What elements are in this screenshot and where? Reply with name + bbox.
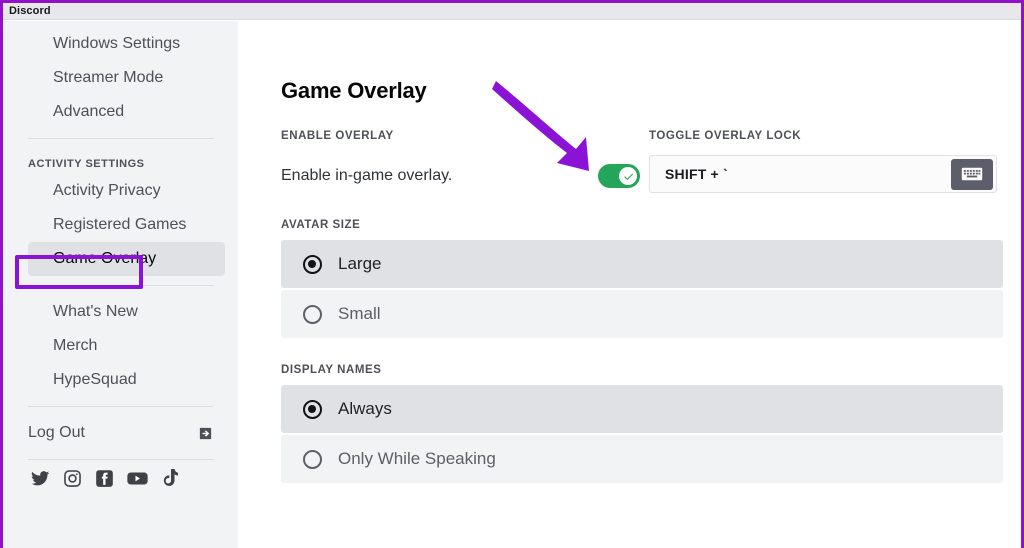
sidebar-item-whats-new[interactable]: What's New bbox=[28, 295, 225, 329]
avatar-size-section: AVATAR SIZE Large Small bbox=[281, 219, 1003, 338]
radio-icon bbox=[303, 305, 322, 324]
sidebar-item-log-out[interactable]: Log Out bbox=[3, 416, 238, 450]
sidebar-item-streamer-mode[interactable]: Streamer Mode bbox=[28, 61, 225, 95]
enable-overlay-toggle[interactable] bbox=[598, 164, 640, 188]
enable-overlay-row: Enable in-game overlay. bbox=[281, 164, 649, 188]
avatar-size-option-small[interactable]: Small bbox=[281, 290, 1003, 338]
avatar-size-label: AVATAR SIZE bbox=[281, 219, 1003, 231]
enable-overlay-label: ENABLE OVERLAY bbox=[281, 130, 649, 142]
page-title: Game Overlay bbox=[281, 78, 1003, 104]
toggle-knob bbox=[619, 167, 637, 185]
tiktok-icon[interactable] bbox=[161, 469, 178, 488]
sidebar-item-game-overlay[interactable]: Game Overlay bbox=[28, 242, 225, 276]
display-names-option-label: Only While Speaking bbox=[338, 449, 496, 469]
discord-settings-window: Discord Windows Settings Streamer Mode A… bbox=[0, 0, 1024, 548]
sidebar-item-activity-privacy[interactable]: Activity Privacy bbox=[28, 174, 225, 208]
sidebar-section-activity-settings: ACTIVITY SETTINGS bbox=[3, 148, 238, 174]
social-links bbox=[3, 469, 238, 488]
sidebar-divider-1 bbox=[28, 138, 213, 139]
display-names-label: DISPLAY NAMES bbox=[281, 364, 1003, 376]
toggle-overlay-lock-input[interactable]: SHIFT + ` bbox=[649, 155, 997, 193]
window-title: Discord bbox=[3, 5, 51, 17]
settings-sidebar: Windows Settings Streamer Mode Advanced … bbox=[3, 21, 238, 548]
avatar-size-option-label: Small bbox=[338, 304, 381, 324]
sidebar-item-registered-games[interactable]: Registered Games bbox=[28, 208, 225, 242]
toggle-overlay-lock-section: TOGGLE OVERLAY LOCK SHIFT + ` bbox=[649, 130, 997, 193]
sidebar-item-advanced[interactable]: Advanced bbox=[28, 95, 225, 129]
instagram-icon[interactable] bbox=[63, 469, 82, 488]
enable-overlay-section: ENABLE OVERLAY Enable in-game overlay. bbox=[281, 130, 649, 193]
logout-arrow-icon bbox=[198, 426, 213, 441]
display-names-option-only-while-speaking[interactable]: Only While Speaking bbox=[281, 435, 1003, 483]
radio-icon bbox=[303, 450, 322, 469]
settings-top-row: ENABLE OVERLAY Enable in-game overlay. T… bbox=[281, 130, 1003, 193]
sidebar-divider-3 bbox=[28, 406, 213, 407]
toggle-overlay-lock-label: TOGGLE OVERLAY LOCK bbox=[649, 130, 997, 142]
display-names-section: DISPLAY NAMES Always Only While Speaking bbox=[281, 364, 1003, 483]
settings-content: Game Overlay ENABLE OVERLAY Enable in-ga… bbox=[238, 21, 1021, 548]
radio-icon bbox=[303, 400, 322, 419]
check-icon bbox=[623, 171, 634, 182]
sidebar-divider-4 bbox=[28, 459, 213, 460]
avatar-size-option-label: Large bbox=[338, 254, 381, 274]
keyboard-icon[interactable] bbox=[951, 159, 993, 190]
avatar-size-option-large[interactable]: Large bbox=[281, 240, 1003, 288]
toggle-overlay-lock-value: SHIFT + ` bbox=[665, 166, 728, 182]
sidebar-divider-2 bbox=[28, 285, 213, 286]
sidebar-item-windows-settings[interactable]: Windows Settings bbox=[28, 27, 225, 61]
sidebar-item-hypesquad[interactable]: HypeSquad bbox=[28, 363, 225, 397]
log-out-label: Log Out bbox=[28, 424, 85, 442]
window-titlebar: Discord bbox=[3, 3, 1021, 20]
facebook-icon[interactable] bbox=[95, 469, 114, 488]
twitter-icon[interactable] bbox=[31, 469, 50, 488]
radio-icon bbox=[303, 255, 322, 274]
sidebar-item-merch[interactable]: Merch bbox=[28, 329, 225, 363]
display-names-option-always[interactable]: Always bbox=[281, 385, 1003, 433]
display-names-option-label: Always bbox=[338, 399, 392, 419]
enable-overlay-description: Enable in-game overlay. bbox=[281, 167, 452, 185]
youtube-icon[interactable] bbox=[127, 469, 148, 488]
